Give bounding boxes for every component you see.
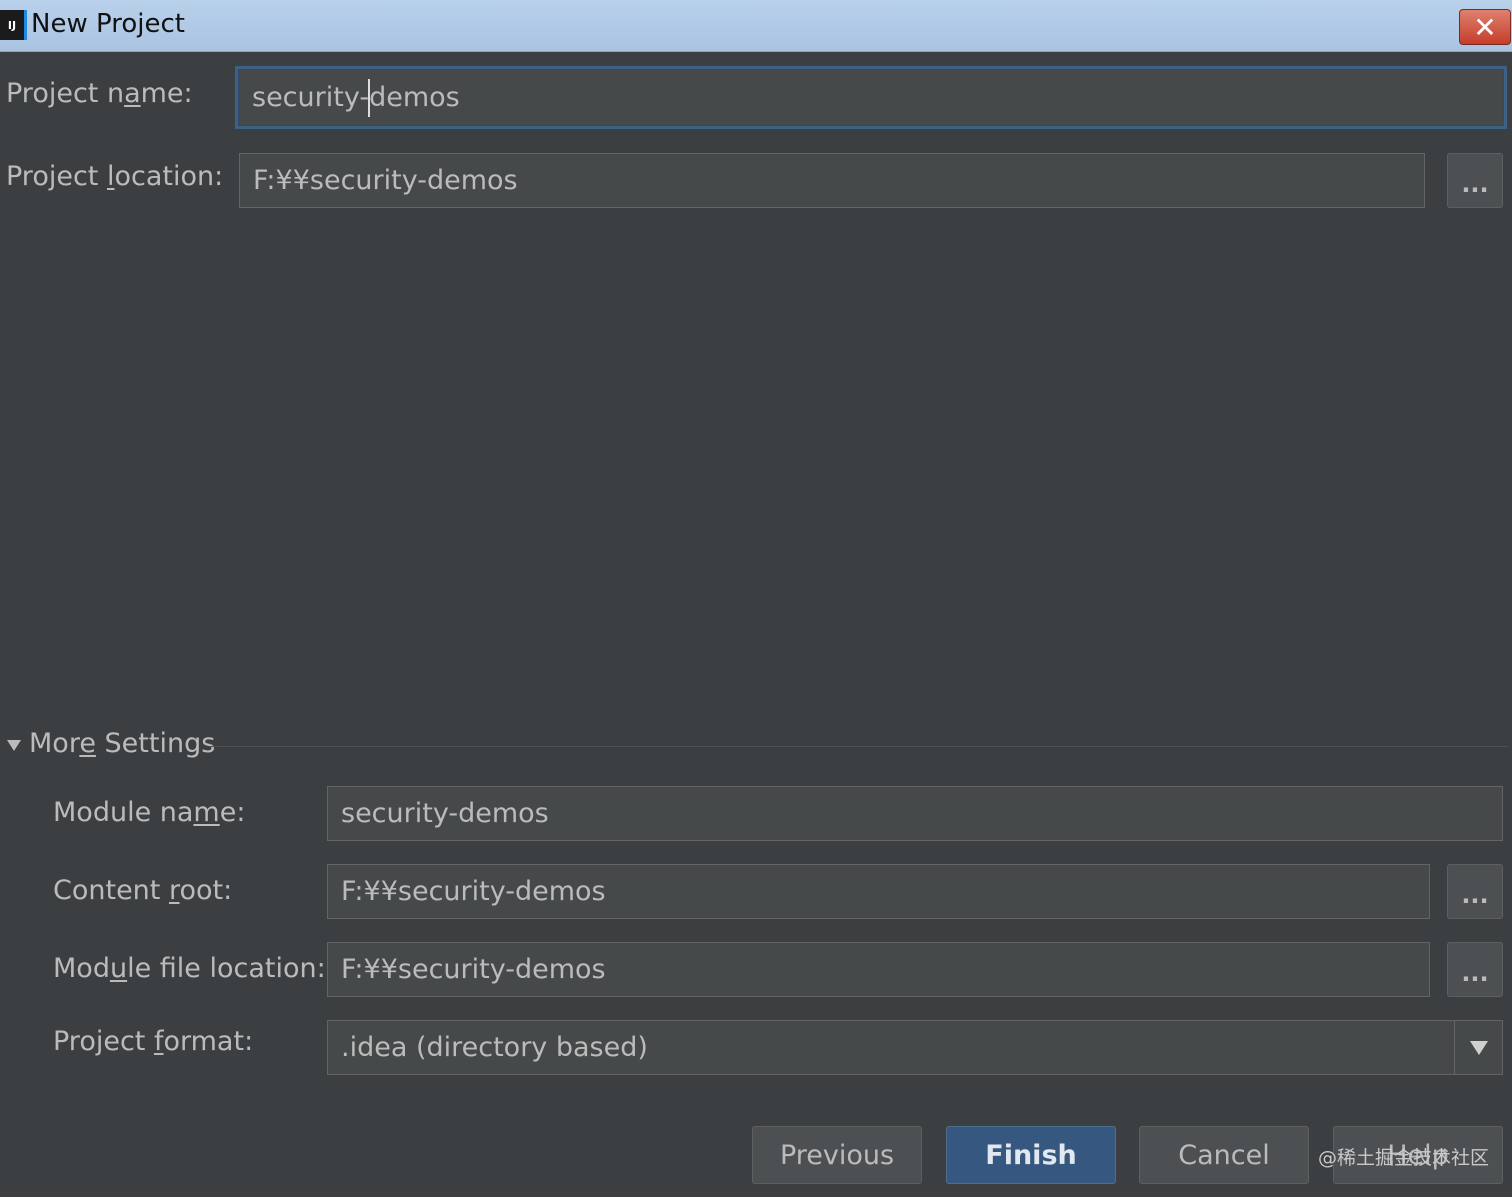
more-settings-label[interactable]: More Settings (29, 728, 215, 759)
section-divider (210, 746, 1508, 747)
title-bar: IJ New Project ✕ (0, 0, 1512, 52)
project-location-input[interactable]: F:¥¥security-demos (239, 153, 1425, 208)
project-format-label: Project format: (53, 1026, 254, 1057)
module-file-location-label: Module file location: (53, 953, 326, 984)
project-location-browse-button[interactable]: ... (1447, 153, 1503, 208)
dropdown-arrow[interactable] (1454, 1021, 1502, 1074)
content-root-label: Content root: (53, 875, 233, 906)
project-location-label: Project location: (6, 161, 224, 192)
module-name-label: Module name: (53, 797, 246, 828)
module-file-location-browse-button[interactable]: ... (1447, 942, 1503, 997)
module-file-location-input[interactable]: F:¥¥security-demos (327, 942, 1430, 997)
content-root-input[interactable]: F:¥¥security-demos (327, 864, 1430, 919)
previous-button[interactable]: Previous (752, 1126, 922, 1184)
intellij-icon: IJ (0, 10, 27, 40)
triangle-down-icon (1469, 1040, 1488, 1055)
window-title: New Project (31, 9, 185, 39)
module-name-input[interactable]: security-demos (327, 786, 1503, 841)
more-settings-section[interactable]: More Settings (0, 728, 1512, 764)
finish-button[interactable]: Finish (946, 1126, 1116, 1184)
project-format-select[interactable]: .idea (directory based) (327, 1020, 1503, 1075)
cancel-button[interactable]: Cancel (1139, 1126, 1309, 1184)
close-icon: ✕ (1473, 10, 1497, 44)
close-button[interactable]: ✕ (1459, 9, 1511, 45)
watermark-text: @稀土掘金技术社区 (1318, 1147, 1490, 1169)
project-name-label: Project name: (6, 78, 193, 109)
chevron-down-icon[interactable] (7, 740, 21, 751)
content-root-browse-button[interactable]: ... (1447, 864, 1503, 919)
project-name-input[interactable]: security-demos (235, 66, 1507, 129)
